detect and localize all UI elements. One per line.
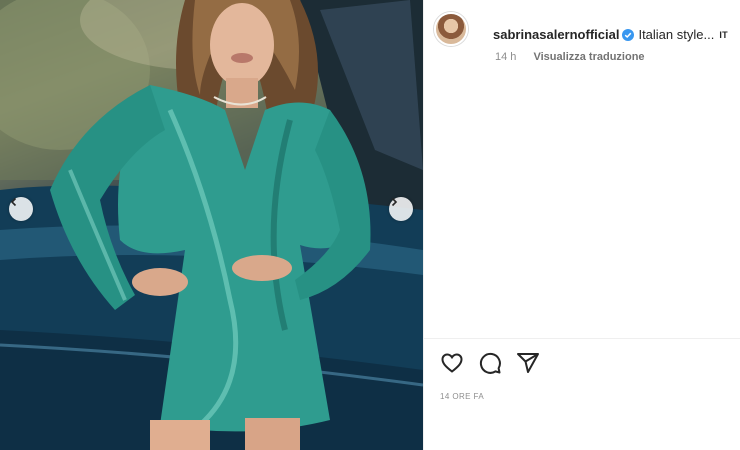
username-link[interactable]: sabrinasalernofficial [493,27,619,42]
post-meta: 14 h Visualizza traduzione [495,51,645,63]
caption-line: sabrinasalernofficial Italian style... I… [493,27,728,42]
post-photo [0,0,423,450]
chevron-left-icon [10,197,17,207]
post-timestamp[interactable]: 14 ORE FA [440,392,484,401]
divider [424,338,740,339]
post-details-panel: sabrinasalernofficial Italian style... I… [423,0,740,450]
action-bar [440,351,540,375]
comment-icon[interactable] [478,351,502,375]
next-photo-button[interactable] [389,197,413,221]
see-translation-link[interactable]: Visualizza traduzione [533,51,644,63]
post-media[interactable] [0,0,423,450]
chevron-right-icon [391,197,398,207]
heart-icon[interactable] [440,351,464,375]
post-time-short: 14 h [495,51,517,63]
verified-badge-icon [622,28,635,41]
previous-photo-button[interactable] [9,197,33,221]
avatar[interactable] [434,12,468,46]
paper-plane-icon[interactable] [516,351,540,375]
caption-text: Italian style... [638,27,715,42]
post-header: sabrinasalernofficial Italian style... I… [434,12,732,63]
language-badge: IT [719,29,728,40]
